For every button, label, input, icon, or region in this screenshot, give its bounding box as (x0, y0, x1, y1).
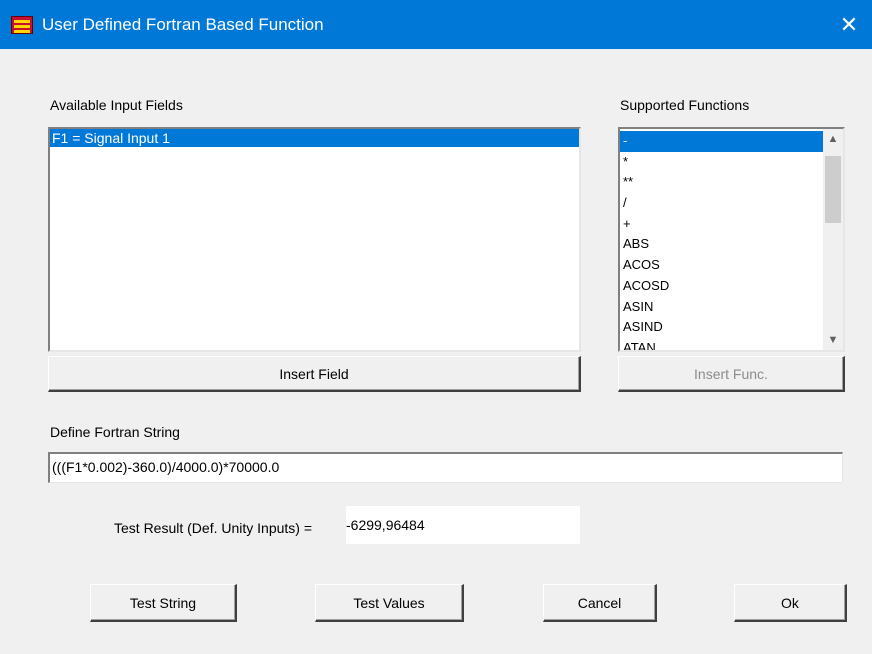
function-item[interactable]: ABS (620, 234, 823, 255)
input-field-item[interactable]: F1 = Signal Input 1 (50, 129, 579, 147)
function-item[interactable]: ATAN (620, 338, 823, 350)
input-fields-label: Available Input Fields (50, 97, 183, 113)
insert-func-button[interactable]: Insert Func. (618, 356, 845, 392)
window-title: User Defined Fortran Based Function (42, 15, 324, 34)
ok-button[interactable]: Ok (734, 584, 847, 622)
functions-scrollbar[interactable]: ▲ ▼ (823, 129, 843, 350)
function-item[interactable]: / (620, 193, 823, 214)
title-bar: User Defined Fortran Based Function ✕ (0, 0, 872, 49)
fortran-string-label: Define Fortran String (50, 424, 180, 440)
scroll-down-icon[interactable]: ▼ (823, 330, 843, 350)
app-icon (11, 16, 33, 34)
close-button[interactable]: ✕ (826, 0, 872, 49)
function-item[interactable]: * (620, 152, 823, 173)
function-item[interactable]: ACOS (620, 255, 823, 276)
insert-field-button[interactable]: Insert Field (48, 356, 581, 392)
scroll-thumb[interactable] (825, 156, 841, 223)
test-result-label: Test Result (Def. Unity Inputs) = (114, 520, 313, 536)
function-item[interactable]: ASIN (620, 297, 823, 318)
function-item[interactable]: ACOSD (620, 276, 823, 297)
function-item[interactable]: ** (620, 172, 823, 193)
supported-functions-list[interactable]: - * ** / + ABS ACOS ACOSD ASIN ASIND ATAN ▲ ▼ (618, 127, 845, 352)
supported-functions-label: Supported Functions (620, 97, 750, 113)
fortran-string-input[interactable]: (((F1*0.002)-360.0)/4000.0)*70000.0 (48, 452, 843, 483)
test-values-button[interactable]: Test Values (315, 584, 464, 622)
input-fields-list[interactable]: F1 = Signal Input 1 (48, 127, 581, 352)
test-string-button[interactable]: Test String (90, 584, 237, 622)
function-item[interactable]: - (620, 131, 823, 152)
scroll-up-icon[interactable]: ▲ (823, 129, 843, 149)
cancel-button[interactable]: Cancel (543, 584, 657, 622)
function-item[interactable]: + (620, 214, 823, 235)
function-item[interactable]: ASIND (620, 317, 823, 338)
test-result-value: -6299,96484 (346, 506, 580, 544)
close-icon: ✕ (839, 11, 859, 37)
